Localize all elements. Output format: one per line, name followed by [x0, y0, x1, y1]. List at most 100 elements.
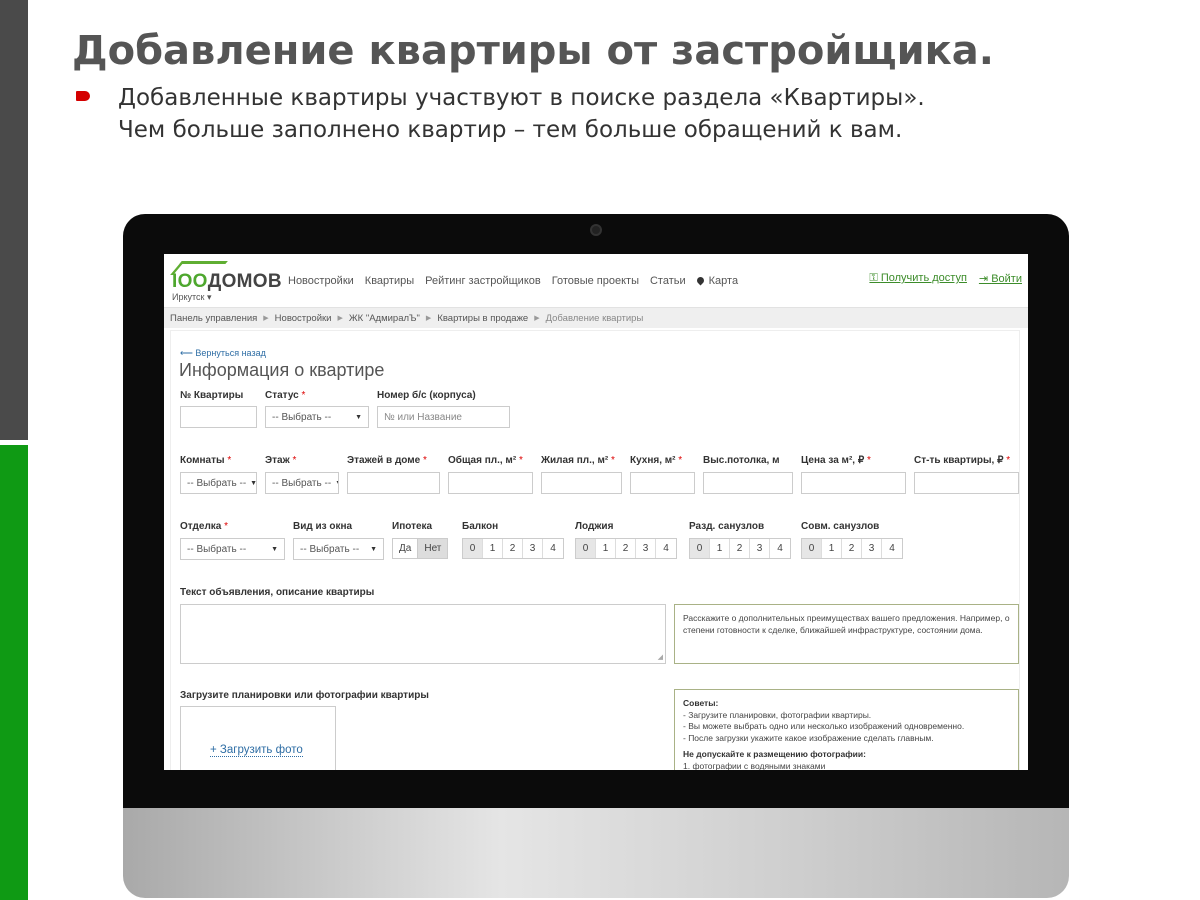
upload-photo-button[interactable]: + Загрузить фото [210, 744, 303, 757]
bath-sep-2[interactable]: 2 [730, 539, 750, 558]
loggia-4[interactable]: 4 [656, 539, 676, 558]
bath-combined-count: 01234 [801, 538, 903, 559]
site-header: IOOДОМОВ Иркутск ▾ Новостройки Квартиры … [164, 254, 1028, 308]
bath-sep-4[interactable]: 4 [770, 539, 790, 558]
finish-label-text: Отделка [180, 521, 222, 532]
nav-kvartiry[interactable]: Квартиры [365, 275, 414, 287]
price-m2-input[interactable] [801, 472, 906, 494]
imac-frame: IOOДОМОВ Иркутск ▾ Новостройки Квартиры … [123, 214, 1069, 898]
side-bar-gray [0, 0, 28, 440]
nav-map[interactable]: Карта [695, 274, 739, 287]
mortgage-yes[interactable]: Да [393, 539, 418, 558]
finish-label: Отделка * [180, 521, 229, 532]
site-logo[interactable]: IOOДОМОВ Иркутск ▾ [170, 259, 282, 303]
view-select[interactable]: -- Выбрать -- ▼ [293, 538, 384, 560]
floors-total-input[interactable] [347, 472, 440, 494]
balcony-0[interactable]: 0 [463, 539, 483, 558]
forbidden-1: 1. фотографии с водяными знаками [683, 760, 826, 771]
dropdown-arrow-icon: ▼ [370, 545, 377, 553]
tip-2: - Вы можете выбрать одно или несколько и… [683, 721, 965, 731]
map-pin-icon [695, 275, 706, 286]
bath-sep-3[interactable]: 3 [750, 539, 770, 558]
bullet-line-2: Чем больше заполнено квартир – тем больш… [118, 117, 903, 143]
chevron-right-icon: ▶ [534, 315, 540, 322]
get-access-label: Получить доступ [880, 272, 967, 284]
form-panel: ⟵ Вернуться назад Информация о квартире … [170, 330, 1020, 770]
mortgage-no[interactable]: Нет [417, 539, 448, 558]
nav-articles[interactable]: Статьи [650, 275, 686, 287]
crumb-novostroyki[interactable]: Новостройки [275, 313, 332, 324]
loggia-1[interactable]: 1 [596, 539, 616, 558]
camera-icon [590, 224, 602, 236]
building-placeholder: № или Название [384, 411, 462, 423]
view-select-value: -- Выбрать -- [300, 543, 360, 555]
area-living-input[interactable] [541, 472, 622, 494]
floor-select[interactable]: -- Выбрать --▼ [265, 472, 339, 494]
balcony-label: Балкон [462, 521, 499, 532]
bath-combined-label: Совм. санузлов [801, 521, 880, 532]
floor-label-text: Этаж [265, 455, 290, 466]
get-access-link[interactable]: ⚿ Получить доступ [869, 272, 967, 285]
loggia-0[interactable]: 0 [576, 539, 596, 558]
bath-sep-0[interactable]: 0 [690, 539, 710, 558]
floors-total-label: Этажей в доме * [347, 455, 427, 466]
bath-comb-4[interactable]: 4 [882, 539, 902, 558]
description-hint: Расскажите о дополнительных преимущества… [674, 604, 1019, 664]
description-textarea[interactable]: ◢ [180, 604, 666, 664]
dropdown-arrow-icon: ▼ [250, 479, 257, 487]
rooms-select[interactable]: -- Выбрать -- ▼ [180, 472, 257, 494]
balcony-3[interactable]: 3 [523, 539, 543, 558]
loggia-2[interactable]: 2 [616, 539, 636, 558]
kitchen-input[interactable] [630, 472, 695, 494]
upload-dropzone[interactable]: + Загрузить фото [180, 706, 336, 770]
tips-title: Советы: [683, 698, 719, 708]
bath-sep-1[interactable]: 1 [710, 539, 730, 558]
bath-separate-count: 01234 [689, 538, 791, 559]
side-bar-green [0, 445, 28, 900]
breadcrumb: Панель управления ▶ Новостройки ▶ ЖК "Адми… [164, 308, 1028, 328]
bath-comb-0[interactable]: 0 [802, 539, 822, 558]
area-total-input[interactable] [448, 472, 533, 494]
nav-map-label: Карта [708, 274, 739, 287]
website-screen: IOOДОМОВ Иркутск ▾ Новостройки Квартиры … [164, 254, 1028, 770]
nav-projects[interactable]: Готовые проекты [552, 275, 639, 287]
slide-bullet: Добавленные квартиры участвуют в поиске … [76, 82, 925, 146]
chevron-right-icon: ▶ [263, 315, 269, 322]
loggia-count: 01234 [575, 538, 677, 559]
building-input[interactable]: № или Название [377, 406, 510, 428]
view-label: Вид из окна [293, 521, 353, 532]
balcony-2[interactable]: 2 [503, 539, 523, 558]
balcony-1[interactable]: 1 [483, 539, 503, 558]
upload-tips: Советы: - Загрузите планировки, фотограф… [674, 689, 1019, 770]
status-select[interactable]: -- Выбрать -- ▼ [265, 406, 369, 428]
bath-comb-2[interactable]: 2 [842, 539, 862, 558]
back-link[interactable]: ⟵ Вернуться назад [180, 348, 266, 359]
upload-label: Загрузите планировки или фотографии квар… [180, 690, 429, 701]
city-selector[interactable]: Иркутск ▾ [172, 292, 212, 303]
nav-rating[interactable]: Рейтинг застройщиков [425, 275, 541, 287]
area-total-label-text: Общая пл., м² [448, 455, 517, 466]
ceiling-input[interactable] [703, 472, 793, 494]
loggia-3[interactable]: 3 [636, 539, 656, 558]
kitchen-label-text: Кухня, м² [630, 455, 676, 466]
balcony-4[interactable]: 4 [543, 539, 563, 558]
slide-title: Добавление квартиры от застройщика. [72, 28, 994, 74]
apt-no-input[interactable] [180, 406, 257, 428]
finish-select[interactable]: -- Выбрать -- ▼ [180, 538, 285, 560]
apt-no-label: № Квартиры [180, 390, 244, 401]
bath-comb-1[interactable]: 1 [822, 539, 842, 558]
crumb-dashboard[interactable]: Панель управления [170, 313, 257, 324]
status-label: Статус * [265, 390, 306, 401]
description-label: Текст объявления, описание квартиры [180, 587, 375, 598]
bath-comb-3[interactable]: 3 [862, 539, 882, 558]
tip-3: - После загрузки укажите какое изображен… [683, 732, 934, 743]
crumb-complex[interactable]: ЖК "АдмиралЪ" [349, 313, 420, 324]
crumb-apartments-sale[interactable]: Квартиры в продаже [437, 313, 528, 324]
kitchen-label: Кухня, м² * [630, 455, 683, 466]
mortgage-toggle: Да Нет [392, 538, 449, 559]
price-total-input[interactable] [914, 472, 1019, 494]
nav-novostroyki[interactable]: Новостройки [288, 275, 354, 287]
login-link[interactable]: ⇥ Войти [979, 272, 1022, 285]
price-m2-label: Цена за м², ₽ * [801, 455, 871, 466]
status-label-text: Статус [265, 390, 299, 401]
